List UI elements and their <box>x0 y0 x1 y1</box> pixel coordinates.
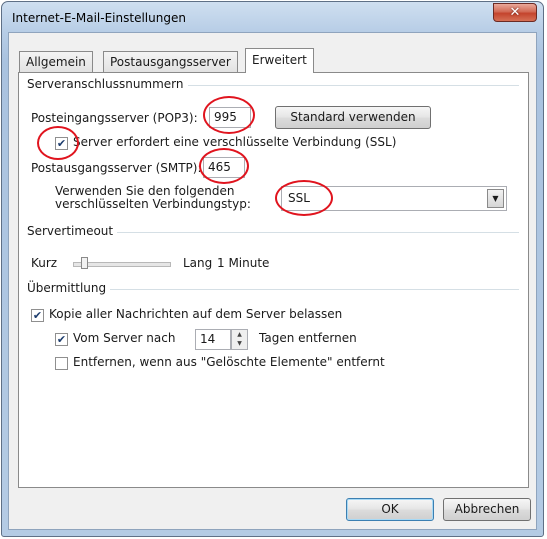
tab-erweitert[interactable]: Erweitert <box>245 48 314 73</box>
close-button[interactable]: ✕ <box>493 3 537 22</box>
keep-copy-label: Kopie aller Nachrichten auf dem Server b… <box>49 307 343 321</box>
encryption-type-select[interactable]: SSL ▼ <box>281 186 507 211</box>
window-title: Internet-E-Mail-Einstellungen <box>12 11 186 25</box>
remove-after-days-input[interactable]: 14 <box>195 329 231 350</box>
pop3-label: Posteingangsserver (POP3): <box>31 111 198 125</box>
remove-after-label-suffix: Tagen entfernen <box>259 331 357 345</box>
spinner-up-icon[interactable]: ▲ <box>232 330 247 339</box>
timeout-slider-thumb[interactable] <box>81 257 88 269</box>
remove-deleted-checkbox[interactable] <box>55 357 68 370</box>
timeout-long-label: Lang <box>183 256 213 270</box>
tab-panel-erweitert: Serveranschlussnummern Posteingangsserve… <box>18 72 529 488</box>
tab-allgemein[interactable]: Allgemein <box>19 51 93 72</box>
ok-button[interactable]: OK <box>346 498 434 521</box>
encryption-label-line2: verschlüsselten Verbindungstyp: <box>55 197 251 211</box>
remove-after-checkbox[interactable]: ✔ <box>55 333 68 346</box>
pop3-port-input[interactable]: 995 <box>209 107 251 128</box>
timeout-short-label: Kurz <box>31 256 58 270</box>
default-ports-button[interactable]: Standard verwenden <box>275 106 431 129</box>
group-title-timeout: Servertimeout <box>27 224 118 238</box>
dialog-window: Internet-E-Mail-Einstellungen ✕ Allgemei… <box>1 1 544 537</box>
days-spinner[interactable]: ▲ ▼ <box>231 329 248 350</box>
group-title-server-ports: Serveranschlussnummern <box>27 77 188 91</box>
keep-copy-checkbox[interactable]: ✔ <box>31 309 44 322</box>
cancel-button[interactable]: Abbrechen <box>443 498 531 521</box>
tab-postausgangsserver[interactable]: Postausgangsserver <box>103 51 238 72</box>
chevron-down-icon[interactable]: ▼ <box>487 189 504 208</box>
remove-deleted-label: Entfernen, wenn aus "Gelöschte Elemente"… <box>73 355 385 369</box>
smtp-label: Postausgangsserver (SMTP): <box>31 161 202 175</box>
close-icon: ✕ <box>509 5 521 20</box>
spinner-down-icon[interactable]: ▼ <box>232 339 247 348</box>
dialog-client-area: Allgemein Postausgangsserver Erweitert S… <box>8 32 537 530</box>
group-title-delivery: Übermittlung <box>27 281 111 295</box>
encryption-label-line1: Verwenden Sie den folgenden <box>55 184 235 198</box>
encryption-type-value: SSL <box>288 191 310 205</box>
ssl-required-label: Server erfordert eine verschlüsselte Ver… <box>73 135 397 149</box>
title-bar[interactable]: Internet-E-Mail-Einstellungen ✕ <box>2 2 543 32</box>
smtp-port-input[interactable]: 465 <box>203 157 245 178</box>
remove-after-label-prefix: Vom Server nach <box>73 331 176 345</box>
timeout-value: 1 Minute <box>217 256 270 270</box>
ssl-required-checkbox[interactable]: ✔ <box>55 137 68 150</box>
